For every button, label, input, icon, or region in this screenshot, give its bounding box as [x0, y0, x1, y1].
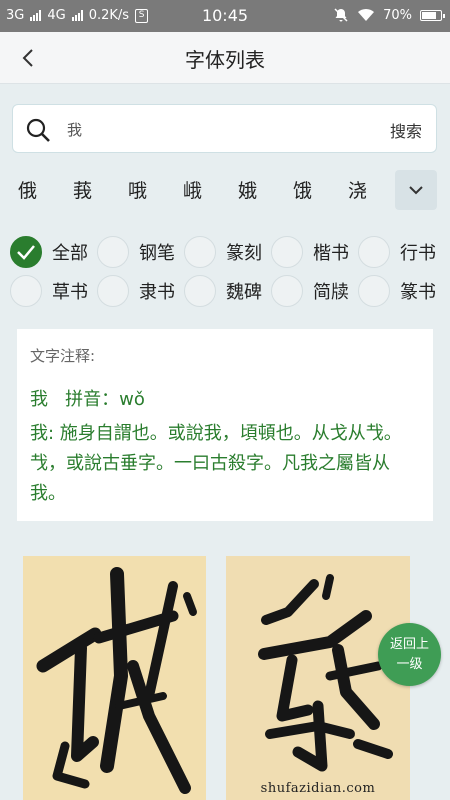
filter-label: 楷书: [313, 243, 349, 264]
related-char-7[interactable]: 浇: [348, 176, 367, 203]
related-char-2[interactable]: 莪: [73, 176, 92, 203]
related-char-row: 俄 莪 哦 峨 娥 饿 浇: [0, 168, 450, 212]
filter-label: 魏碑: [226, 282, 262, 303]
image-watermark: shufazidian.com: [260, 781, 376, 796]
filter-label: 钢笔: [139, 243, 175, 264]
status-bar: 3G 4G 0.2K/s S 10:45 70%: [0, 0, 450, 32]
filter-label: 行书: [400, 243, 436, 264]
radio-icon: [358, 236, 390, 268]
radio-icon: [97, 275, 129, 307]
back-to-parent-label-2: 一级: [396, 656, 423, 672]
search-bar: 搜索: [12, 104, 437, 153]
filter-label: 草书: [52, 282, 88, 303]
battery-percent: 70%: [383, 7, 412, 23]
filter-label: 全部: [52, 243, 88, 264]
radio-checked-icon: [10, 236, 42, 268]
expand-chars-button[interactable]: [395, 170, 437, 210]
filter-label: 简牍: [313, 282, 349, 303]
related-char-6[interactable]: 饿: [293, 176, 312, 203]
radio-icon: [358, 275, 390, 307]
annotation-card: 文字注释: 我 拼音：wǒ 我: 施身自謂也。或說我，頃頓也。从戈从𢦏。𢦏，或說…: [17, 329, 433, 521]
filter-wei-stele[interactable]: 魏碑: [184, 273, 262, 309]
filter-seal-carving[interactable]: 篆刻: [184, 234, 262, 270]
annotation-body: 我: 施身自謂也。或說我，頃頓也。从戈从𢦏。𢦏，或說古垂字。一曰古殺字。凡我之屬…: [30, 423, 402, 504]
related-char-5[interactable]: 娥: [238, 176, 257, 203]
battery-icon: [420, 9, 445, 21]
filter-regular-script[interactable]: 楷书: [271, 234, 349, 270]
filter-seal-script[interactable]: 篆书: [358, 273, 436, 309]
radio-icon: [184, 236, 216, 268]
chevron-down-icon: [409, 186, 423, 195]
search-button[interactable]: 搜索: [390, 118, 422, 142]
filter-bamboo-slips[interactable]: 简牍: [271, 273, 349, 309]
radio-icon: [271, 236, 303, 268]
filter-label: 篆书: [400, 282, 436, 303]
related-char-1[interactable]: 俄: [18, 176, 37, 203]
filter-cursive-script[interactable]: 草书: [10, 273, 88, 309]
filter-all[interactable]: 全部: [10, 234, 88, 270]
radio-icon: [97, 236, 129, 268]
search-input[interactable]: [67, 117, 367, 141]
title-bar: 字体列表: [0, 32, 450, 84]
annotation-pinyin: 我 拼音：wǒ: [30, 389, 145, 410]
wifi-icon: [358, 8, 375, 21]
annotation-heading: 文字注释:: [30, 347, 96, 365]
radio-icon: [184, 275, 216, 307]
radio-icon: [271, 275, 303, 307]
calligraphy-image-2[interactable]: shufazidian.com: [226, 556, 410, 800]
filter-running-script[interactable]: 行书: [358, 234, 436, 270]
related-char-3[interactable]: 哦: [128, 176, 147, 203]
calligraphy-glyph-1: [36, 567, 197, 794]
filter-label: 篆刻: [226, 243, 262, 264]
related-char-4[interactable]: 峨: [183, 176, 202, 203]
filter-clerical-script[interactable]: 隶书: [97, 273, 175, 309]
back-to-parent-button[interactable]: 返回上 一级: [378, 623, 441, 686]
back-to-parent-label-1: 返回上: [389, 636, 429, 652]
filter-label: 隶书: [139, 282, 175, 303]
page-title: 字体列表: [185, 48, 265, 72]
radio-icon: [10, 275, 42, 307]
mute-icon: [334, 8, 348, 22]
calligraphy-image-1[interactable]: [23, 556, 206, 800]
font-style-filters: 全部 钢笔 篆刻 楷书 行书 草书 隶书 魏碑 简牍 篆书: [0, 226, 450, 314]
search-icon: [26, 118, 50, 142]
filter-pen[interactable]: 钢笔: [97, 234, 175, 270]
status-right: 70%: [333, 7, 445, 23]
